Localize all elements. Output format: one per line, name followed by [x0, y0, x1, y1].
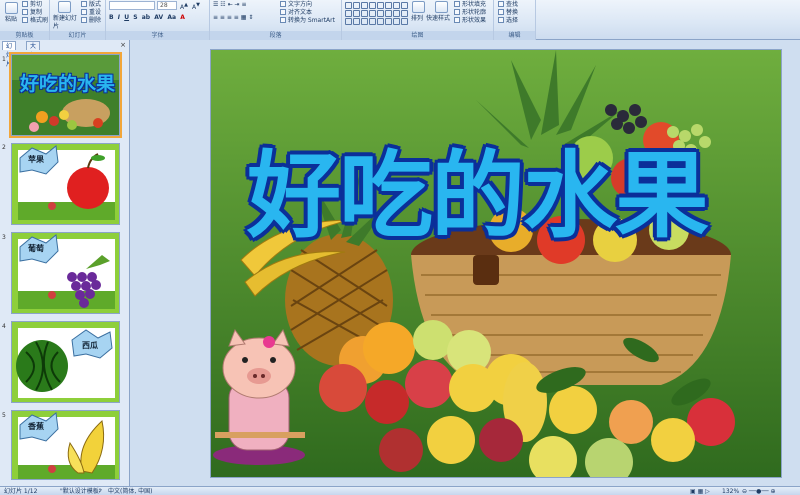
slides-panel: 幻灯片 大纲 × 1 好吃的水果 2 苹果 3 — [0, 40, 130, 486]
layout-icon — [81, 1, 87, 7]
reset-button[interactable]: 重设 — [81, 9, 101, 17]
quick-styles-button[interactable]: 快速样式 — [426, 15, 450, 23]
thumb-number: 2 — [2, 144, 6, 151]
thumb-label: 苹果 — [28, 155, 44, 164]
align-text-icon — [280, 9, 286, 15]
brush-icon — [22, 17, 28, 23]
slide-thumbnail-5[interactable]: 香蕉 — [11, 410, 120, 480]
align-buttons[interactable]: ≡ ≡ ≡ ≡ ▦ ⇕ — [213, 14, 253, 22]
reset-icon — [81, 9, 87, 15]
font-name-combo[interactable] — [109, 1, 155, 10]
slide-thumbnail-2[interactable]: 苹果 — [11, 143, 120, 225]
fill-icon — [454, 1, 460, 7]
thumb-number: 3 — [2, 234, 6, 241]
paste-icon[interactable] — [5, 2, 18, 14]
shape-fill-button[interactable]: 形状填充 — [454, 1, 486, 9]
delete-icon — [81, 17, 87, 23]
zoom-level[interactable]: 132% — [722, 487, 739, 495]
thumb-label: 香蕉 — [28, 422, 44, 431]
slides-group: 新建幻灯片 版式 重设 删除 幻灯片 — [50, 0, 106, 40]
editing-group: 查找 替换 选择 编辑 — [494, 0, 536, 40]
thumb-title: 好吃的水果 — [20, 73, 116, 95]
align-text-button[interactable]: 对齐文本 — [280, 9, 312, 17]
close-icon[interactable]: × — [120, 41, 126, 49]
select-button[interactable]: 选择 — [498, 17, 518, 25]
paragraph-group: ☰ ☷ ⇤ ⇥ ≡ 文字方向 对齐文本 转换为 SmartArt ≡ ≡ ≡ ≡… — [210, 0, 342, 40]
cut-button[interactable]: 剪切 — [22, 1, 42, 9]
slide-thumbnail-1[interactable]: 好吃的水果 — [9, 52, 122, 138]
thumb-number: 1 — [2, 56, 6, 63]
thumb-number: 4 — [2, 323, 6, 330]
slide-counter: 幻灯片 1/12 — [4, 488, 38, 495]
view-buttons[interactable]: ▣ ▦ ▷ — [690, 487, 710, 495]
new-slide-button[interactable]: 新建幻灯片 — [53, 15, 79, 31]
list-buttons[interactable]: ☰ ☷ ⇤ ⇥ ≡ — [213, 1, 246, 9]
smartart-icon — [280, 17, 286, 23]
copy-button[interactable]: 复制 — [22, 9, 42, 17]
slide-thumbnail-4[interactable]: 西瓜 — [11, 321, 120, 403]
font-size-combo[interactable]: 28 — [157, 1, 177, 10]
binoculars-icon — [498, 1, 504, 7]
thumb-number: 5 — [2, 412, 6, 419]
zoom-slider[interactable]: ⊖ ──●── ⊕ — [742, 487, 776, 495]
paragraph-group-title: 段落 — [210, 31, 341, 40]
clipboard-group: 粘贴 剪切 复制 格式刷 剪贴板 — [0, 0, 50, 40]
shrink-font-icon[interactable]: A▼ — [192, 1, 200, 12]
thumb-label: 葡萄 — [28, 244, 44, 253]
replace-button[interactable]: 替换 — [498, 9, 518, 17]
thumb-label: 西瓜 — [82, 341, 98, 350]
quick-styles-icon[interactable] — [435, 1, 448, 13]
format-painter-button[interactable]: 格式刷 — [22, 17, 48, 25]
font-group: 28 A▲ A▼ B I U S ab AV Aa A 字体 — [106, 0, 210, 40]
theme-name[interactable]: "默认设计模板" — [60, 487, 102, 495]
font-style-buttons[interactable]: B I U S ab AV Aa A — [109, 14, 185, 22]
slides-group-title: 幻灯片 — [50, 31, 105, 40]
copy-icon — [22, 9, 28, 15]
ribbon: 粘贴 剪切 复制 格式刷 剪贴板 新建幻灯片 版式 重设 删除 幻灯片 28 A… — [0, 0, 800, 40]
shape-outline-button[interactable]: 形状轮廓 — [454, 9, 486, 17]
language-indicator[interactable]: 中文(简体, 中国) — [108, 487, 153, 495]
smartart-button[interactable]: 转换为 SmartArt — [280, 17, 335, 25]
replace-icon — [498, 9, 504, 15]
shape-effects-button[interactable]: 形状效果 — [454, 17, 486, 25]
editing-group-title: 编辑 — [494, 31, 535, 40]
shapes-gallery[interactable] — [345, 2, 408, 25]
text-direction-icon — [280, 1, 286, 7]
spellcheck-icon[interactable]: ✓ — [98, 487, 103, 495]
select-icon — [498, 17, 504, 23]
delete-slide-button[interactable]: 删除 — [81, 17, 101, 25]
layout-button[interactable]: 版式 — [81, 1, 101, 9]
drawing-group-title: 绘图 — [342, 31, 493, 40]
slide-editing-area: 好吃的水果 — [132, 40, 800, 486]
drawing-group: 排列 快速样式 形状填充 形状轮廓 形状效果 绘图 — [342, 0, 494, 40]
tab-outline[interactable]: 大纲 — [26, 41, 41, 59]
effects-icon — [454, 17, 460, 23]
text-direction-button[interactable]: 文字方向 — [280, 1, 312, 9]
tab-slides[interactable]: 幻灯片 — [2, 41, 17, 68]
scissors-icon — [22, 1, 28, 7]
outline-icon — [454, 9, 460, 15]
fruit-basket-photo — [211, 50, 781, 477]
slide-title[interactable]: 好吃的水果 — [247, 120, 709, 256]
status-bar: 幻灯片 1/12 "默认设计模板" ✓ 中文(简体, 中国) ▣ ▦ ▷ 132… — [0, 486, 800, 495]
current-slide[interactable]: 好吃的水果 — [210, 49, 782, 478]
new-slide-icon[interactable] — [58, 1, 71, 13]
arrange-icon[interactable] — [412, 1, 425, 13]
thumbnail-4-image — [12, 322, 119, 402]
grow-font-icon[interactable]: A▲ — [180, 1, 188, 12]
slide-thumbnail-3[interactable]: 葡萄 — [11, 232, 120, 314]
arrange-button[interactable]: 排列 — [411, 15, 423, 23]
font-group-title: 字体 — [106, 31, 209, 40]
find-button[interactable]: 查找 — [498, 1, 518, 9]
clipboard-group-title: 剪贴板 — [0, 31, 49, 40]
paste-button[interactable]: 粘贴 — [5, 16, 17, 24]
